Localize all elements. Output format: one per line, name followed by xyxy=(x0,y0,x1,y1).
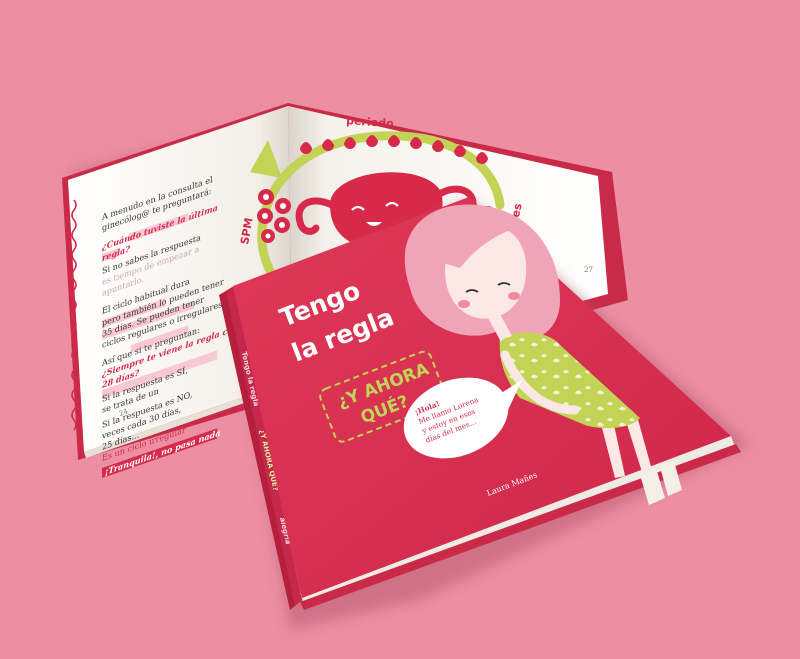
closed-book: Tengo la regla ¿Y AHORA QUÉ? alegría Ten… xyxy=(219,197,750,630)
right-page-number: 27 xyxy=(584,266,593,274)
scene: A menudo en la consulta el ginecólog@ te… xyxy=(0,0,800,659)
book-mockup: A menudo en la consulta el ginecólog@ te… xyxy=(62,103,750,630)
